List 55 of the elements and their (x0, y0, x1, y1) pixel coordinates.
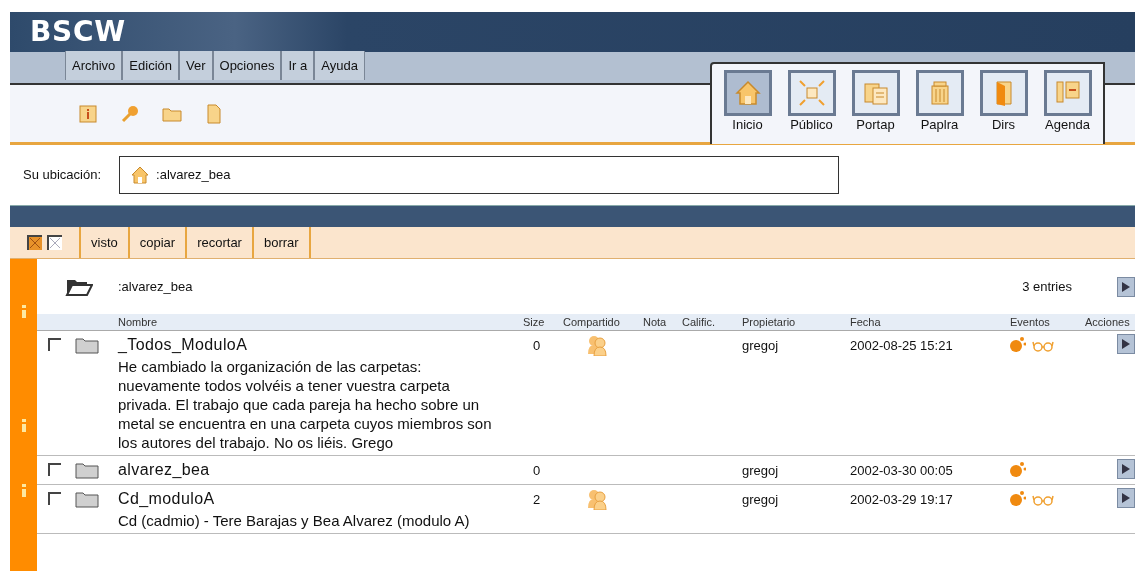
location-label: Su ubicación: (23, 165, 102, 184)
size-text: 0 (532, 462, 542, 480)
actions-button[interactable] (1117, 334, 1135, 354)
owner-text: gregoj (742, 491, 780, 509)
menu-item[interactable]: Ayuda (314, 51, 365, 80)
actions-button[interactable] (1117, 488, 1135, 508)
date-text: 2002-03-30 00:05 (850, 462, 954, 480)
owner-text: gregoj (742, 462, 780, 480)
info-icon[interactable] (78, 103, 98, 124)
menu-item[interactable]: Ver (179, 51, 213, 80)
action-button[interactable]: recortar (185, 227, 252, 258)
owner-text: gregoj (742, 337, 780, 355)
next-button[interactable] (1117, 276, 1135, 297)
column-header[interactable]: Fecha (850, 314, 1010, 331)
folder-description: He cambiado la organización de las carpetas: nuevamente todos volvéis a tener vuestra carpeta privada. El trabajo que cada pareja ha hecho sobre un metal se encuentra en una carpeta cuyos miembros son los autores del trabajo. No os liéis. Grego (118, 357, 493, 452)
folder-icon (75, 490, 99, 508)
menu-item[interactable]: Opciones (212, 51, 282, 80)
logo: BSCW (30, 14, 126, 50)
home-icon (130, 164, 151, 185)
home-icon (732, 78, 763, 108)
column-header[interactable]: Calific. (682, 314, 742, 331)
expand-icon (796, 78, 827, 108)
column-header[interactable]: Compartido (563, 314, 643, 331)
size-text: 2 (532, 491, 542, 509)
action-button[interactable]: borrar (251, 227, 311, 258)
column-header[interactable]: Propietario (742, 314, 850, 331)
menu-item[interactable]: Edición (122, 51, 179, 80)
actions-button[interactable] (1117, 459, 1135, 479)
folder-icon (75, 336, 99, 354)
action-button[interactable]: copiar (127, 227, 186, 258)
location-field[interactable]: :alvarez_bea (119, 155, 840, 194)
size-text: 0 (532, 337, 542, 355)
play-icon (1122, 339, 1130, 349)
play-icon (1122, 464, 1130, 474)
date-text: 2002-08-25 15:21 (850, 337, 954, 355)
column-header[interactable]: Acciones (1085, 314, 1135, 331)
folder-link[interactable]: alvarez_bea (118, 459, 523, 481)
menu-item[interactable]: Archivo (65, 51, 123, 80)
folder-name: :alvarez_bea (118, 277, 193, 296)
folder-link[interactable]: _Todos_ModuloA (118, 334, 523, 356)
play-icon (1122, 281, 1130, 292)
select-all-checkbox[interactable] (27, 234, 43, 251)
folder-link[interactable]: Cd_moduloA (118, 488, 523, 510)
date-text: 2002-03-29 19:17 (850, 491, 954, 509)
entry-count: 3 entries (1022, 277, 1072, 296)
column-header[interactable]: Size (523, 314, 563, 331)
action-button[interactable]: visto (79, 227, 128, 258)
column-header[interactable]: Nombre (118, 314, 523, 331)
folder-icon (75, 461, 99, 479)
play-icon (1122, 493, 1130, 503)
menu-item[interactable]: Ir a (281, 51, 315, 80)
column-header[interactable]: Nota (643, 314, 682, 331)
folder-description: Cd (cadmio) - Tere Barajas y Bea Alvarez (modulo A) (118, 511, 471, 530)
deselect-checkbox[interactable] (47, 234, 63, 251)
column-header[interactable]: Eventos (1010, 314, 1085, 331)
